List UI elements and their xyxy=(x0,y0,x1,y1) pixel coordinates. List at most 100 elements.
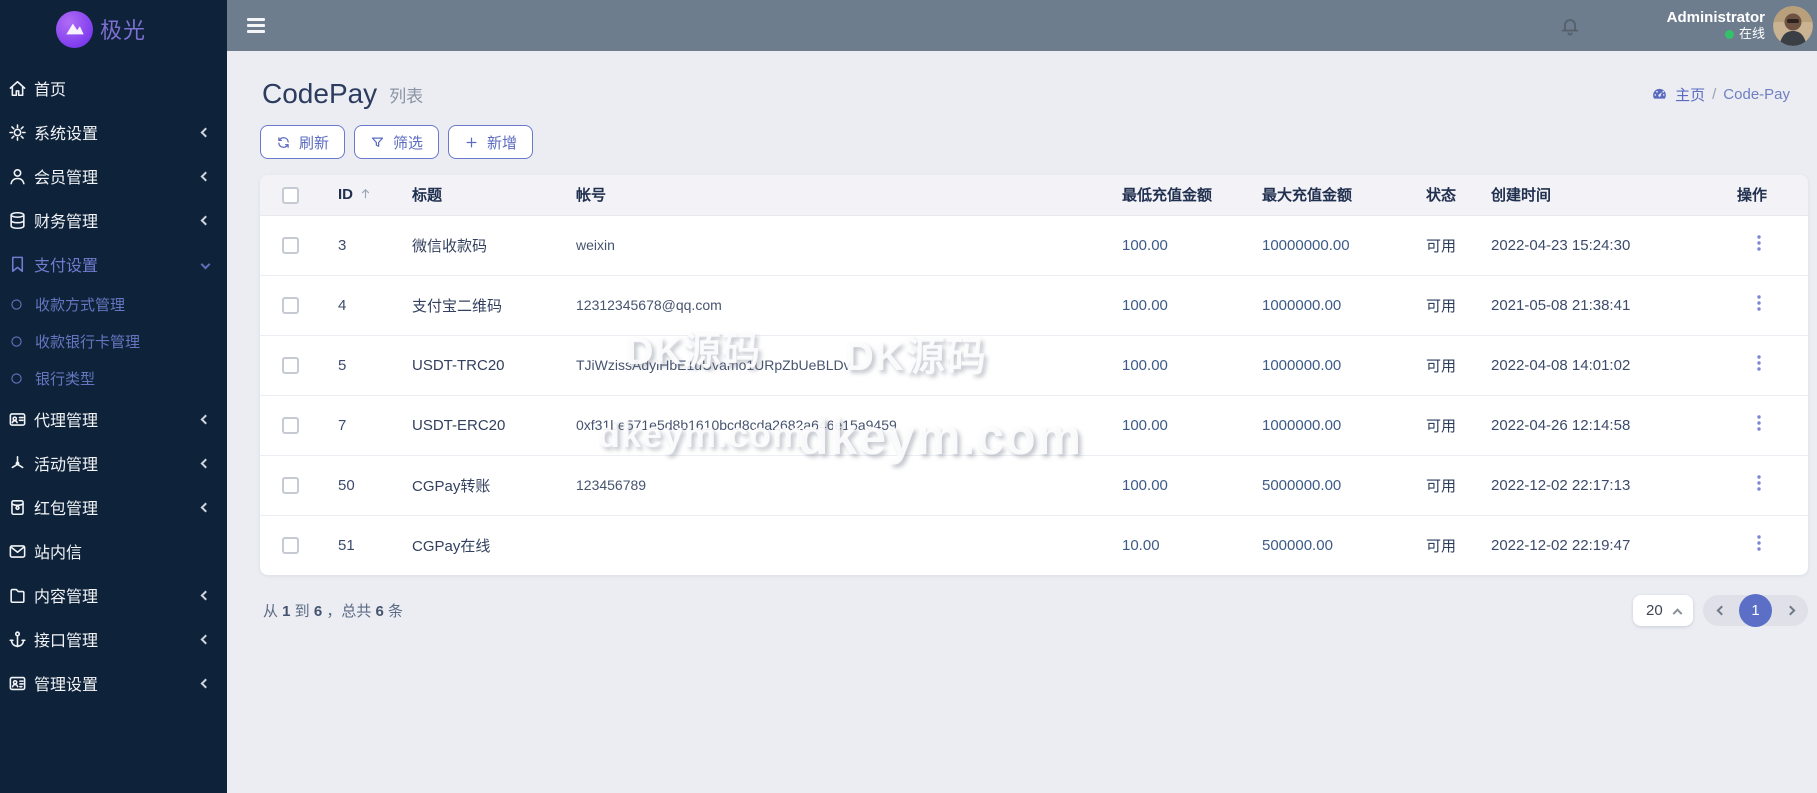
sidebar-subitem-label: 收款方式管理 xyxy=(35,297,126,314)
sidebar-item-payment-settings[interactable]: 支付设置 xyxy=(0,242,227,286)
row-checkbox[interactable] xyxy=(282,236,299,254)
cell-account: 0xf31be571e5d8b1610bcd8cda2682a646e15a94… xyxy=(576,394,1122,455)
sidebar-item-site-mail[interactable]: 站内信 xyxy=(0,529,227,573)
sidebar-item-label: 系统设置 xyxy=(34,126,99,143)
current-page-button[interactable]: 1 xyxy=(1739,594,1772,627)
row-actions-kebab-icon[interactable] xyxy=(1751,294,1767,312)
sidebar-subitem-bank-type[interactable]: 银行类型 xyxy=(0,360,227,397)
cell-account: TJiWzissAdyiHbE1uUvamo1URpZbUeBLDv xyxy=(576,334,1122,395)
column-label: 状态 xyxy=(1426,187,1457,205)
content-icon xyxy=(8,586,27,605)
select-all-checkbox[interactable] xyxy=(282,186,299,204)
cell-id: 7 xyxy=(338,394,412,455)
row-checkbox[interactable] xyxy=(282,416,299,434)
column-header-title: 标题 xyxy=(412,175,576,216)
sidebar-item-api-management[interactable]: 接口管理 xyxy=(0,617,227,661)
refresh-button-label: 刷新 xyxy=(299,134,330,152)
cell-id: 51 xyxy=(338,514,412,575)
column-label: 创建时间 xyxy=(1491,187,1552,205)
cell-select xyxy=(260,274,338,335)
username: Administrator xyxy=(1666,9,1765,26)
page-size-select[interactable]: 20 xyxy=(1633,595,1693,626)
next-page-button[interactable] xyxy=(1783,604,1797,618)
table-row: 7 USDT-ERC20 0xf31be571e5d8b1610bcd8cda268… xyxy=(260,394,1808,455)
row-checkbox[interactable] xyxy=(282,537,299,555)
row-actions-kebab-icon[interactable] xyxy=(1751,234,1767,252)
sidebar-item-agent-management[interactable]: 代理管理 xyxy=(0,397,227,441)
row-actions-kebab-icon[interactable] xyxy=(1751,534,1767,552)
row-checkbox[interactable] xyxy=(282,476,299,494)
cell-select xyxy=(260,334,338,395)
pagination: 20 1 xyxy=(1633,594,1808,627)
filter-icon xyxy=(370,135,385,150)
column-label: ID xyxy=(338,186,353,204)
sidebar-item-admin-settings[interactable]: 管理设置 xyxy=(0,661,227,705)
menu-toggle-button[interactable] xyxy=(247,15,267,36)
sidebar-item-label: 接口管理 xyxy=(34,633,99,650)
filter-button[interactable]: 筛选 xyxy=(354,125,440,159)
sidebar-item-system-settings[interactable]: 系统设置 xyxy=(0,110,227,154)
chevron-left-icon xyxy=(200,215,211,225)
brand[interactable]: 极光 xyxy=(0,0,227,58)
cell-created: 2022-04-08 14:01:02 xyxy=(1491,334,1737,395)
sidebar-item-label: 管理设置 xyxy=(34,677,99,694)
prev-page-button[interactable] xyxy=(1714,604,1728,618)
row-actions-kebab-icon[interactable] xyxy=(1751,474,1767,492)
redpacket-icon xyxy=(8,498,27,517)
user-menu[interactable]: Administrator 在线 xyxy=(1667,9,1765,42)
cell-created: 2022-12-02 22:17:13 xyxy=(1491,454,1737,515)
chevron-right-icon xyxy=(1785,605,1795,616)
cell-created: 2022-04-23 15:24:30 xyxy=(1491,236,1631,254)
row-checkbox[interactable] xyxy=(282,356,299,374)
cell-title: USDT-TRC20 xyxy=(412,334,576,395)
brand-name: 极光 xyxy=(100,18,147,43)
chevron-up-icon xyxy=(1672,608,1683,619)
sidebar-subitem-label: 收款银行卡管理 xyxy=(35,334,141,351)
row-actions-kebab-icon[interactable] xyxy=(1751,354,1767,372)
breadcrumb-home-link[interactable]: 主页 xyxy=(1675,84,1705,105)
filter-button-label: 筛选 xyxy=(393,134,424,152)
data-table: ID 标题 帐号 最低充值金额 最大充值金额 状态 创建时间 操作 3 微信收款码 weixin 10… xyxy=(260,175,1808,575)
sidebar-nav: 首页系统设置会员管理 财务管理 支付设置收款方式管理 收款银行卡管理银行类型 代理管理活… xyxy=(0,58,227,705)
cell-actions xyxy=(1737,215,1808,275)
column-header-created: 创建时间 xyxy=(1491,175,1737,216)
notifications-bell-icon[interactable] xyxy=(1559,14,1581,38)
sidebar-item-finance-management[interactable]: 财务管理 xyxy=(0,198,227,242)
cell-min: 100.00 xyxy=(1122,334,1262,395)
avatar[interactable] xyxy=(1773,5,1813,46)
cell-account: 123456789 xyxy=(576,454,1122,515)
topbar: Administrator 在线 xyxy=(227,0,1817,51)
activity-icon xyxy=(8,454,27,473)
add-button[interactable]: 新增 xyxy=(448,125,534,159)
breadcrumb-current: Code-Pay xyxy=(1723,85,1790,103)
cell-actions xyxy=(1737,514,1808,575)
sidebar-subitem-bank-card-management[interactable]: 收款银行卡管理 xyxy=(0,323,227,360)
column-header-status: 状态 xyxy=(1426,175,1491,216)
plus-icon xyxy=(464,135,479,150)
online-status-label: 在线 xyxy=(1738,26,1765,41)
sidebar-item-redpacket-management[interactable]: 红包管理 xyxy=(0,485,227,529)
cell-max: 1000000.00 xyxy=(1262,274,1426,335)
sidebar-item-home[interactable]: 首页 xyxy=(0,66,227,110)
refresh-icon xyxy=(276,135,291,150)
column-label: 最大充值金额 xyxy=(1262,187,1353,205)
sidebar-item-label: 内容管理 xyxy=(34,589,99,606)
sidebar-item-activity-management[interactable]: 活动管理 xyxy=(0,441,227,485)
column-header-id[interactable]: ID xyxy=(338,175,412,216)
pager: 1 xyxy=(1703,594,1808,627)
sidebar-item-member-management[interactable]: 会员管理 xyxy=(0,154,227,198)
sidebar-subitem-payment-method-management[interactable]: 收款方式管理 xyxy=(0,286,227,323)
cell-min: 100.00 xyxy=(1122,394,1262,455)
table-header-row: ID 标题 帐号 最低充值金额 最大充值金额 状态 创建时间 操作 xyxy=(260,175,1808,216)
row-checkbox[interactable] xyxy=(282,296,299,314)
sidebar-item-content-management[interactable]: 内容管理 xyxy=(0,573,227,617)
sort-up-icon[interactable] xyxy=(359,187,372,200)
agent-icon xyxy=(8,410,27,429)
cell-account: weixin xyxy=(576,237,615,253)
row-actions-kebab-icon[interactable] xyxy=(1751,414,1767,432)
column-header-actions: 操作 xyxy=(1737,175,1808,216)
gears-icon xyxy=(8,123,27,142)
api-icon xyxy=(8,630,27,649)
refresh-button[interactable]: 刷新 xyxy=(260,125,346,159)
table-row: 51 CGPay在线 10.00 500000.00 可用 2022-12-02 22:1… xyxy=(260,514,1808,575)
